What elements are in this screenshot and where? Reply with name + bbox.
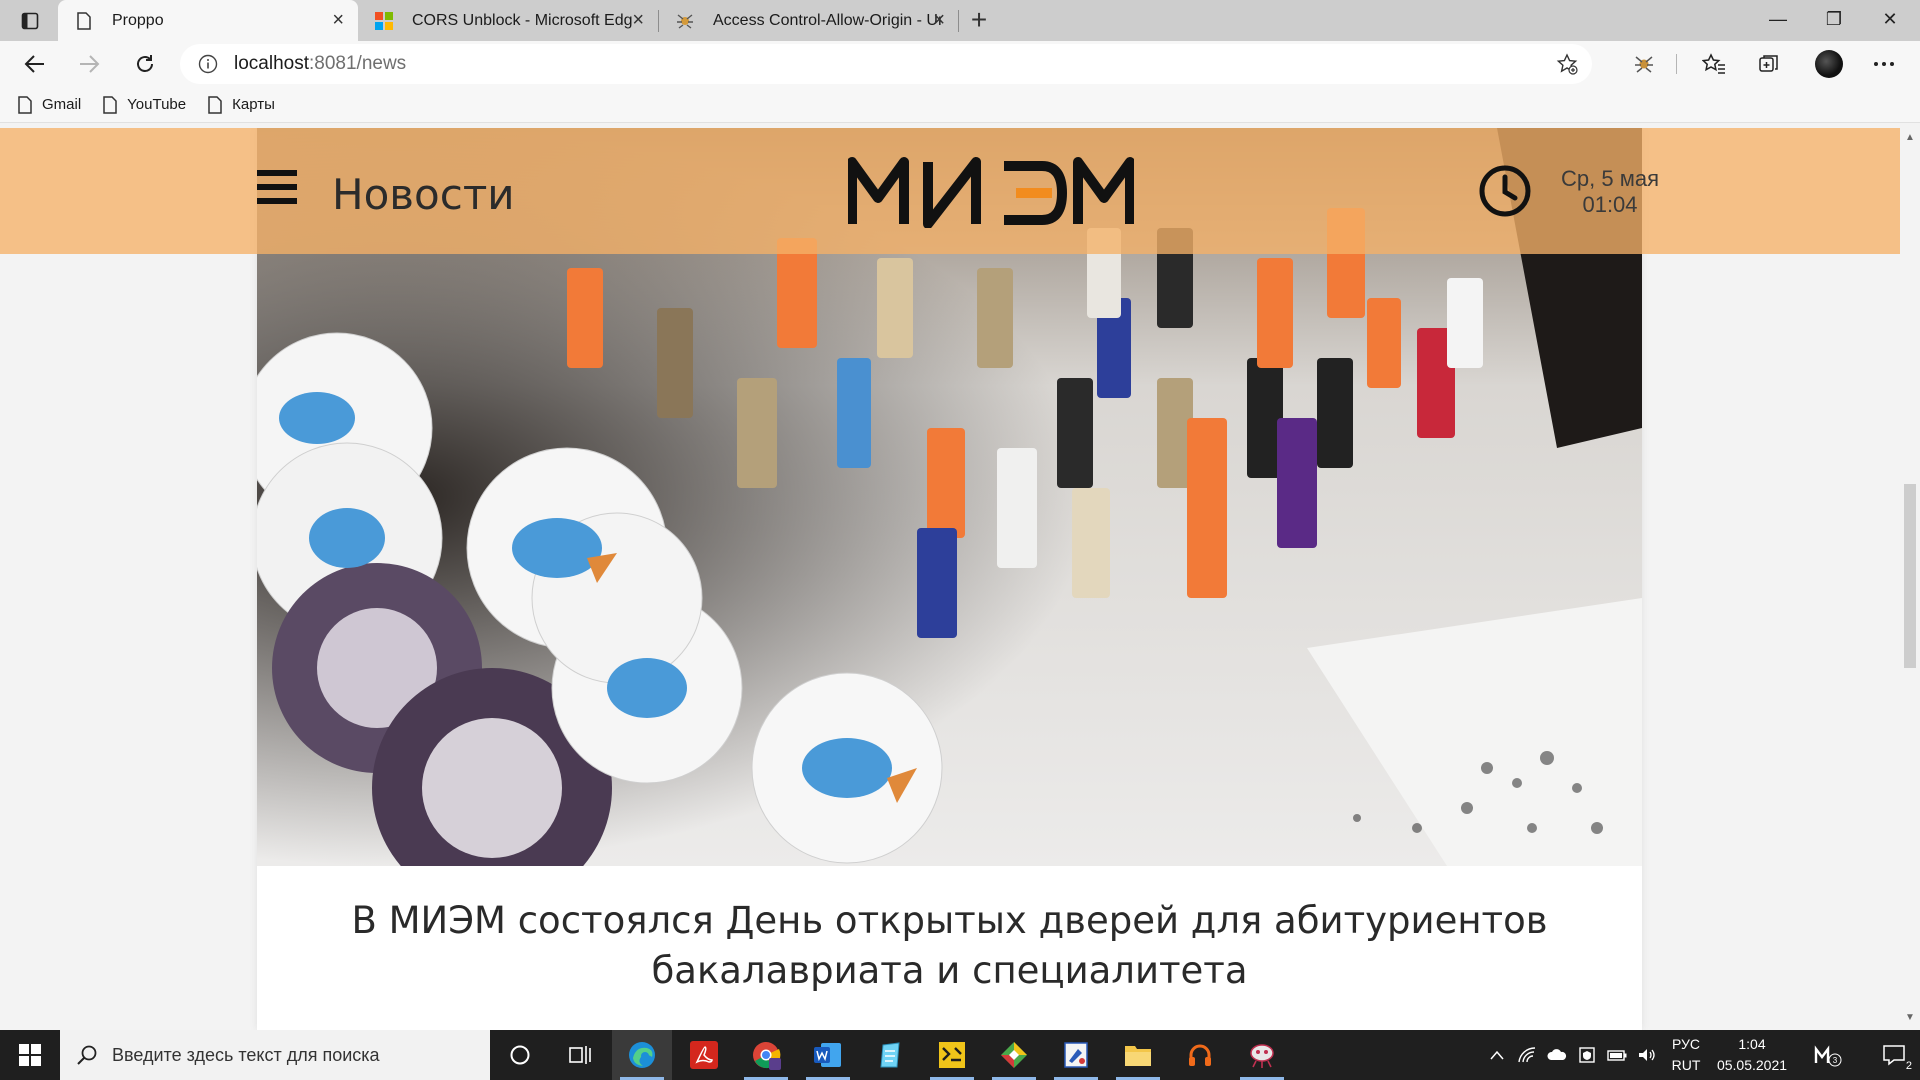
windows-start-icon[interactable] (0, 1030, 60, 1080)
extension-bug-icon (675, 11, 695, 31)
restore-button[interactable]: ❐ (1806, 0, 1862, 38)
edge-icon[interactable] (612, 1030, 672, 1080)
toolbar-separator (1676, 54, 1677, 74)
tab-actions-icon[interactable] (14, 8, 46, 34)
paint-icon[interactable] (1046, 1030, 1106, 1080)
page-icon (103, 95, 117, 114)
yellow-app-icon[interactable] (922, 1030, 982, 1080)
notifications-button[interactable]: 2 (1868, 1030, 1920, 1080)
lang-primary: РУС (1671, 1036, 1701, 1052)
bookmark-gmail[interactable]: Gmail (18, 95, 82, 114)
info-icon[interactable] (198, 54, 218, 74)
back-arrow-icon[interactable] (18, 47, 52, 81)
more-options-icon[interactable] (1870, 50, 1898, 78)
header-time: 01:04 (1582, 192, 1638, 217)
volume-icon[interactable] (1634, 1030, 1660, 1080)
url-text: localhost:8081/news (234, 53, 406, 75)
tab-cors-unblock[interactable]: CORS Unblock - Microsoft Edge × (358, 0, 658, 41)
news-article-card[interactable]: В МИЭМ состоялся День открытых дверей дл… (257, 128, 1642, 1030)
scrollbar-thumb[interactable] (1904, 484, 1916, 668)
bookmark-label: Gmail (42, 96, 82, 113)
miem-logo[interactable] (848, 154, 1134, 228)
close-window-button[interactable]: ✕ (1862, 0, 1918, 38)
onedrive-cloud-icon[interactable] (1544, 1030, 1570, 1080)
url-host: localhost (234, 53, 309, 74)
clock-time: 1:04 (1738, 1036, 1766, 1052)
forward-arrow-icon[interactable] (72, 47, 106, 81)
file-explorer-icon[interactable] (1108, 1030, 1168, 1080)
search-placeholder: Введите здесь текст для поиска (112, 1044, 380, 1065)
bookmark-youtube[interactable]: YouTube (103, 95, 187, 114)
search-icon (77, 1045, 97, 1065)
tab-separator (958, 10, 959, 32)
bookmark-maps[interactable]: Карты (208, 95, 275, 114)
tab-strip: Proppo × CORS Unblock - Microsoft Edge ×… (0, 0, 1920, 41)
tab-close-icon[interactable]: × (632, 10, 644, 30)
headphones-app-icon[interactable] (1170, 1030, 1230, 1080)
notepad-icon[interactable] (860, 1030, 920, 1080)
address-bar[interactable]: localhost:8081/news (180, 44, 1592, 84)
taskbar-search[interactable]: Введите здесь текст для поиска (60, 1030, 490, 1080)
tab-close-icon[interactable]: × (933, 10, 945, 30)
page-icon (208, 95, 222, 114)
site-header: Новости Ср, 5 мая 01:04 (0, 128, 1900, 254)
tab-title: Proppo (112, 11, 164, 29)
cortana-icon[interactable] (490, 1030, 550, 1080)
chrome-icon[interactable] (736, 1030, 796, 1080)
battery-icon[interactable] (1604, 1030, 1630, 1080)
article-title[interactable]: В МИЭМ состоялся День открытых дверей дл… (257, 896, 1642, 996)
refresh-icon[interactable] (128, 47, 162, 81)
clock-date: 05.05.2021 (1716, 1057, 1788, 1073)
extension-bug-icon[interactable] (1630, 50, 1658, 78)
collections-icon[interactable] (1755, 50, 1783, 78)
header-date: Ср, 5 мая (1561, 166, 1659, 191)
add-favorite-icon[interactable] (1556, 53, 1578, 75)
diamond-app-icon[interactable] (984, 1030, 1044, 1080)
svg-text:3: 3 (1833, 1056, 1838, 1065)
url-path: :8081/news (309, 53, 407, 74)
word-icon[interactable] (798, 1030, 858, 1080)
favorites-icon[interactable] (1700, 50, 1728, 78)
page-heading: Новости (332, 170, 515, 219)
lang-secondary: RUT (1671, 1057, 1701, 1073)
minimize-button[interactable]: — (1750, 0, 1806, 38)
task-view-icon[interactable] (550, 1030, 610, 1080)
meet-now-icon[interactable]: 3 (1808, 1030, 1848, 1080)
scroll-down-arrow-icon[interactable]: ▼ (1905, 1012, 1915, 1023)
system-clock[interactable]: 1:04 05.05.2021 (1712, 1034, 1792, 1076)
tab-close-icon[interactable]: × (332, 10, 344, 30)
notification-count: 2 (1905, 1060, 1912, 1072)
header-datetime: Ср, 5 мая 01:04 (1540, 166, 1680, 218)
page-icon (74, 11, 94, 31)
security-shield-icon[interactable] (1574, 1030, 1600, 1080)
tab-title: Access Control-Allow-Origin - Un (713, 11, 941, 29)
clock-icon (1479, 165, 1531, 217)
hamburger-menu-icon[interactable] (257, 170, 297, 210)
tab-proppo[interactable]: Proppo × (58, 0, 358, 41)
chevron-up-icon[interactable] (1484, 1030, 1510, 1080)
bookmark-label: Карты (232, 96, 275, 113)
page-scrollbar[interactable]: ▲ ▼ (1900, 128, 1920, 1030)
scroll-up-arrow-icon[interactable]: ▲ (1905, 132, 1915, 143)
bookmarks-bar: Gmail YouTube Карты (0, 87, 1920, 123)
browser-toolbar: localhost:8081/news (0, 41, 1920, 87)
bookmark-label: YouTube (127, 96, 187, 113)
windows-taskbar: Введите здесь текст для поиска РУС RUT 1… (0, 1030, 1920, 1080)
tab-title: CORS Unblock - Microsoft Edge (412, 11, 632, 29)
bug-app-icon[interactable] (1232, 1030, 1292, 1080)
acrobat-icon[interactable] (674, 1030, 734, 1080)
notification-icon (1883, 1045, 1905, 1066)
profile-avatar[interactable] (1815, 50, 1843, 78)
wifi-icon[interactable] (1514, 1030, 1540, 1080)
tab-access-control[interactable]: Access Control-Allow-Origin - Un × (659, 0, 959, 41)
new-tab-button[interactable]: + (964, 6, 994, 36)
page-viewport: В МИЭМ состоялся День открытых дверей дл… (0, 128, 1900, 1030)
microsoft-logo-icon (374, 11, 394, 31)
input-language-indicator[interactable]: РУС RUT (1666, 1034, 1706, 1076)
page-icon (18, 95, 32, 114)
